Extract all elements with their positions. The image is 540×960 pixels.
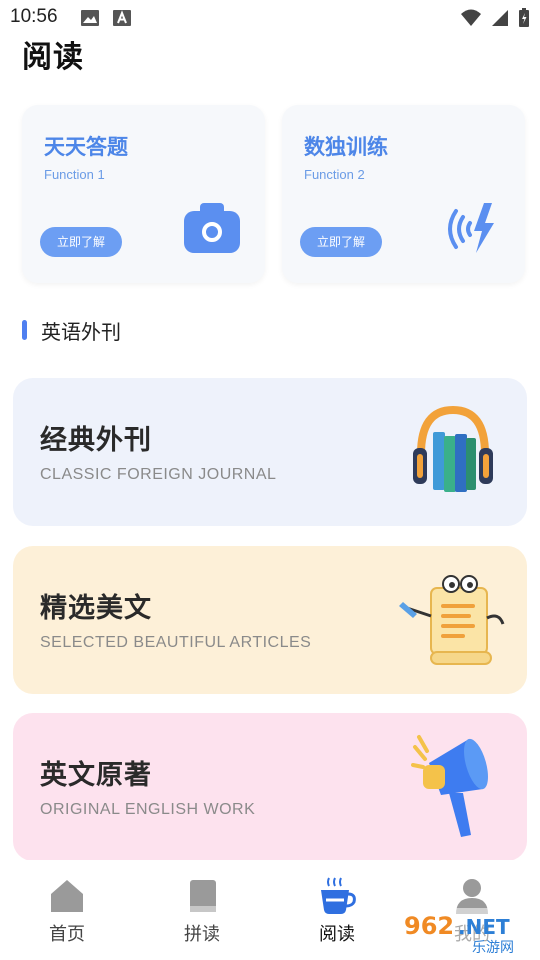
signal-icon xyxy=(492,10,508,26)
megaphone-icon xyxy=(411,735,488,837)
function-title: 数独训练 xyxy=(304,135,388,159)
watermark-logo: 962 .NET 乐游网 xyxy=(400,908,532,956)
battery-icon xyxy=(519,8,529,27)
section-header: 英语外刊 xyxy=(22,315,121,345)
card-subtitle: CLASSIC FOREIGN JOURNAL xyxy=(40,466,277,483)
learn-more-button[interactable]: 立即了解 xyxy=(300,227,382,257)
card-title: 精选美文 xyxy=(40,593,152,624)
card-subtitle: ORIGINAL ENGLISH WORK xyxy=(40,801,256,818)
nav-label: 阅读 xyxy=(319,924,355,945)
scroll-character-icon xyxy=(399,575,505,665)
page-title: 阅读 xyxy=(22,40,84,75)
sound-wave-icon xyxy=(448,203,494,253)
card-selected-beautiful-articles[interactable]: 精选美文 SELECTED BEAUTIFUL ARTICLES xyxy=(13,546,527,694)
nav-item-home[interactable]: 首页 xyxy=(27,876,107,946)
section-accent-bar xyxy=(22,320,27,340)
card-subtitle: SELECTED BEAUTIFUL ARTICLES xyxy=(40,634,312,651)
wifi-icon xyxy=(461,9,481,26)
learn-more-button[interactable]: 立即了解 xyxy=(40,227,122,257)
nav-label: 首页 xyxy=(49,924,85,945)
card-classic-foreign-journal[interactable]: 经典外刊 CLASSIC FOREIGN JOURNAL xyxy=(13,378,527,526)
function-card-2[interactable]: 数独训练 Function 2 立即了解 xyxy=(282,105,525,283)
card-original-english-work[interactable]: 英文原著 ORIGINAL ENGLISH WORK xyxy=(13,713,527,861)
section-title: 英语外刊 xyxy=(41,319,121,344)
nav-item-spelling[interactable]: 拼读 xyxy=(162,876,242,946)
image-notification-icon xyxy=(81,10,99,26)
font-notification-icon xyxy=(113,10,131,26)
watermark-brand: 962 xyxy=(404,912,454,940)
function-subtitle: Function 2 xyxy=(304,167,365,182)
function-title: 天天答题 xyxy=(44,135,128,159)
function-card-1[interactable]: 天天答题 Function 1 立即了解 xyxy=(22,105,265,283)
function-subtitle: Function 1 xyxy=(44,167,105,182)
camera-icon xyxy=(184,203,240,253)
status-time: 10:56 xyxy=(10,6,58,27)
status-bar: 10:56 xyxy=(0,0,540,36)
status-icons-left xyxy=(80,8,132,28)
watermark-tld: .NET xyxy=(458,915,510,939)
headphones-books-icon xyxy=(413,405,493,492)
coffee-cup-icon xyxy=(321,877,356,914)
nav-label: 拼读 xyxy=(184,924,220,945)
book-icon xyxy=(190,880,216,912)
nav-item-reading[interactable]: 阅读 xyxy=(297,876,377,946)
card-title: 经典外刊 xyxy=(40,425,152,456)
home-icon xyxy=(51,880,83,912)
status-icons-right xyxy=(460,8,530,28)
card-title: 英文原著 xyxy=(40,760,152,791)
watermark-caption: 乐游网 xyxy=(472,940,514,956)
